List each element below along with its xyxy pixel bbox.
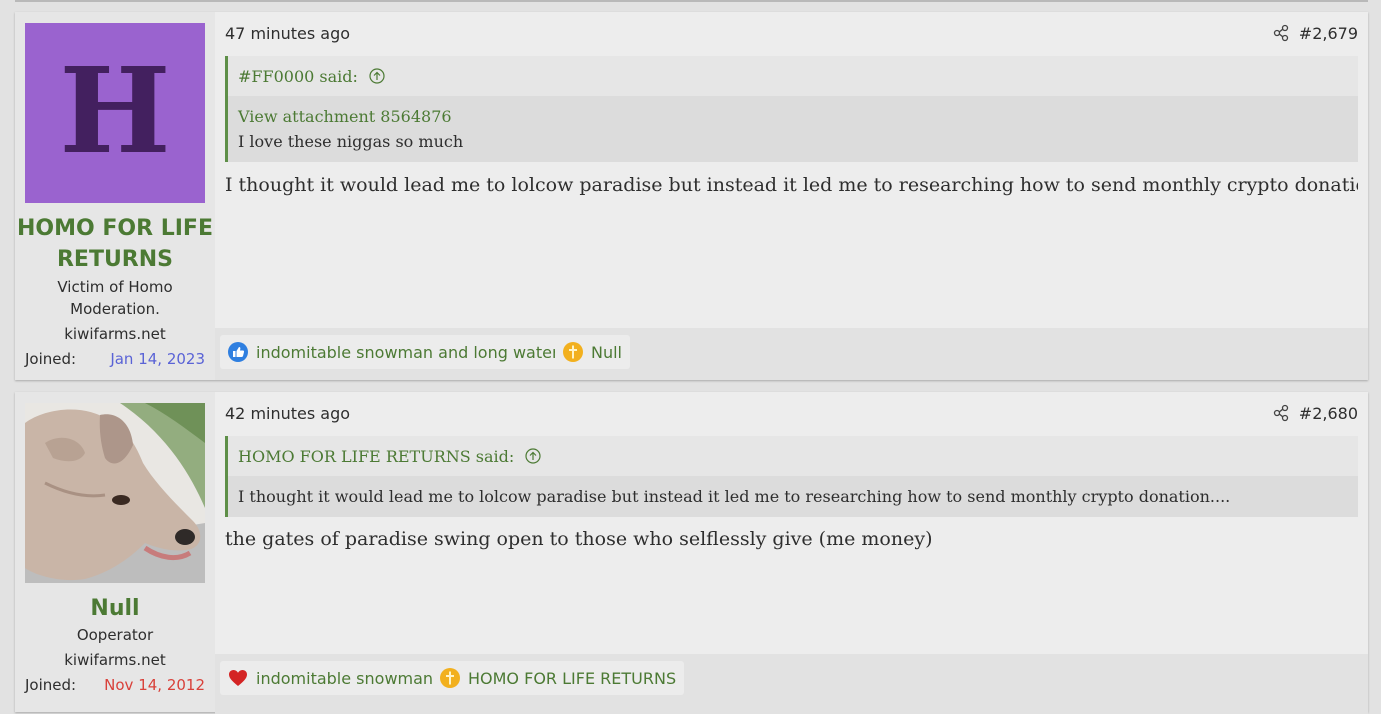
avatar-letter: H — [59, 41, 171, 180]
dog-avatar-image — [25, 403, 205, 583]
username[interactable]: Null — [15, 593, 215, 624]
post: H HOMO FOR LIFE RETURNS Victim of Homo M… — [15, 12, 1368, 380]
joined-date: Jan 14, 2023 — [110, 350, 205, 368]
heart-icon — [229, 670, 247, 686]
arrow-up-icon[interactable] — [369, 68, 385, 84]
user-title-line-2: Moderation. — [70, 300, 160, 318]
post-content: 42 minutes ago #2,680 HOMO FOR LIFE RETU… — [215, 392, 1368, 714]
share-icon[interactable] — [1272, 24, 1290, 42]
reaction-users: indomitable snowman and long waters — [256, 342, 567, 362]
post-content: 47 minutes ago #2,679 #FF0000 said: View… — [215, 12, 1368, 380]
reaction-summary-cross[interactable]: Null — [555, 335, 630, 369]
post-message: I thought it would lead me to lolcow par… — [225, 174, 1358, 196]
avatar[interactable]: H — [25, 23, 205, 203]
post-message: the gates of paradise swing open to thos… — [225, 528, 933, 550]
cross-icon — [440, 668, 460, 688]
user-title: Victim of Homo Moderation. — [45, 276, 185, 320]
like-icon — [228, 342, 248, 362]
reaction-users: Null — [591, 342, 622, 362]
reactions-bar: indomitable snowman HOMO FOR LIFE RETURN… — [215, 654, 1368, 714]
quote-block: HOMO FOR LIFE RETURNS said: I thought it… — [225, 436, 1358, 517]
user-info: H HOMO FOR LIFE RETURNS Victim of Homo M… — [15, 12, 215, 380]
user-site: kiwifarms.net — [64, 325, 166, 343]
reaction-users: indomitable snowman — [256, 668, 434, 688]
arrow-up-icon[interactable] — [525, 448, 541, 464]
reaction-users: HOMO FOR LIFE RETURNS — [468, 668, 677, 688]
post-number[interactable]: #2,680 — [1299, 404, 1358, 423]
quote-block: #FF0000 said: View attachment 8564876 I … — [225, 56, 1358, 162]
user-title: Ooperator — [76, 626, 154, 644]
quote-body: I thought it would lead me to lolcow par… — [228, 476, 1358, 517]
top-divider — [15, 0, 1368, 2]
quote-header[interactable]: HOMO FOR LIFE RETURNS said: — [228, 436, 1358, 476]
post-timestamp[interactable]: 47 minutes ago — [225, 24, 350, 43]
post-timestamp[interactable]: 42 minutes ago — [225, 404, 350, 423]
reactions-bar: indomitable snowman and long waters Null — [215, 328, 1368, 380]
attachment-link[interactable]: View attachment 8564876 — [238, 104, 1348, 129]
quote-text: I love these niggas so much — [238, 132, 464, 151]
username[interactable]: HOMO FOR LIFE RETURNS — [15, 213, 215, 275]
username-line-1: HOMO FOR LIFE — [17, 216, 213, 241]
quote-body: View attachment 8564876 I love these nig… — [228, 96, 1358, 162]
username-line-2: RETURNS — [56, 247, 174, 272]
joined-label: Joined: — [25, 350, 77, 368]
user-site: kiwifarms.net — [64, 651, 166, 669]
quote-header[interactable]: #FF0000 said: — [228, 56, 1358, 96]
reaction-summary-like[interactable]: indomitable snowman and long waters — [220, 335, 575, 369]
avatar[interactable] — [25, 403, 205, 583]
joined-date: Nov 14, 2012 — [104, 676, 205, 694]
post: Null Ooperator kiwifarms.net Joined: Nov… — [15, 392, 1368, 714]
cross-icon — [563, 342, 583, 362]
quote-text: I thought it would lead me to lolcow par… — [238, 487, 1231, 506]
quote-author: #FF0000 said: — [238, 67, 358, 86]
user-title-line-1: Victim of Homo — [57, 278, 173, 296]
reaction-summary-cross[interactable]: HOMO FOR LIFE RETURNS — [432, 661, 685, 695]
joined-label: Joined: — [25, 676, 77, 694]
quote-author: HOMO FOR LIFE RETURNS said: — [238, 447, 515, 466]
share-icon[interactable] — [1272, 404, 1290, 422]
user-info: Null Ooperator kiwifarms.net Joined: Nov… — [15, 392, 215, 712]
reaction-summary-heart[interactable]: indomitable snowman — [220, 661, 442, 695]
post-number[interactable]: #2,679 — [1299, 24, 1358, 43]
